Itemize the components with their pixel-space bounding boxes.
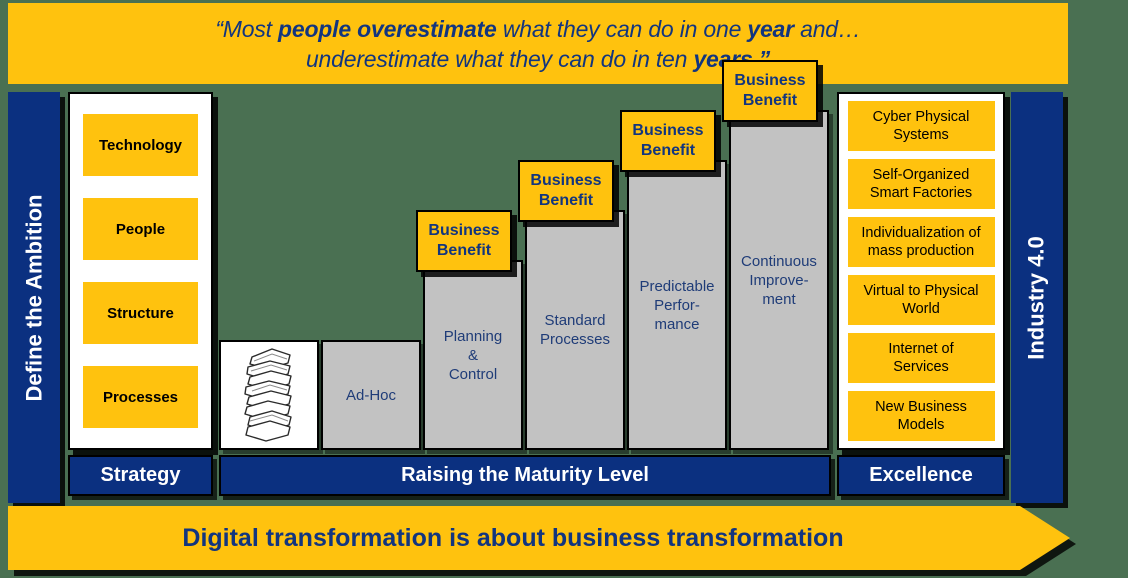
maturity-step-bar: Continuous Improve-ment [729,110,829,450]
maturity-staircase: Ad-Hoc Planning & Control Business Benefit Sta… [219,60,831,450]
excellence-footer-band: Excellence [837,455,1005,496]
maturity-step-label: Ad-Hoc [345,386,397,404]
excellence-chip-label: New Business Models [875,399,967,433]
maturity-step-continuous-improvement[interactable]: Continuous Improve-ment Business Benefit [722,60,829,450]
excellence-chip-label: Cyber Physical Systems [872,109,970,143]
maturity-step-bar: Planning & Control [423,260,523,450]
quote-line1-pre: “Most [215,15,279,42]
maturity-step-predictable-performance[interactable]: Predictable Perfor-mance Business Benefit [620,92,727,450]
maturity-step-standard-processes[interactable]: Standard Processes Business Benefit [518,92,625,450]
maturity-step-label: Continuous Improve-ment [741,252,817,308]
excellence-chip-label: Self-Organized Smart Factories [869,167,973,201]
business-benefit-badge[interactable]: Business Benefit [620,110,716,172]
define-the-ambition-bar: Define the Ambition [8,92,60,503]
excellence-chip-4[interactable]: Virtual to Physical World [847,275,995,325]
excellence-chip-6[interactable]: New Business Models [847,391,995,441]
business-benefit-badge[interactable]: Business Benefit [518,160,614,222]
strategy-chip-label: People [115,220,166,238]
strategy-chip-processes[interactable]: Processes [83,366,198,428]
diagram-canvas: “Most people overestimate what they can … [0,0,1128,578]
bottom-banner-label: Digital transformation is about business… [182,523,844,552]
excellence-chip-2[interactable]: Self-Organized Smart Factories [847,159,995,209]
quote-line1-mid: what they can do in one [496,15,748,42]
quote-line1-bold2: year [747,15,794,42]
strategy-chip-structure[interactable]: Structure [83,282,198,344]
maturity-step-bar: Standard Processes [525,210,625,450]
maturity-step-planning-control[interactable]: Planning & Control Business Benefit [416,92,523,450]
strategy-chip-technology[interactable]: Technology [83,114,198,176]
excellence-chip-5[interactable]: Internet of Services [847,333,995,383]
business-benefit-badge[interactable]: Business Benefit [722,60,818,122]
excellence-chip-1[interactable]: Cyber Physical Systems [847,101,995,151]
maturity-footer-label: Raising the Maturity Level [401,464,649,486]
paper-stack-icon [238,343,300,448]
strategy-chip-people[interactable]: People [83,198,198,260]
maturity-step-label: Planning & Control [443,327,503,383]
excellence-chip-3[interactable]: Individualization of mass production [847,217,995,267]
strategy-chip-label: Processes [102,388,179,406]
strategy-panel: Technology People Structure Processes [68,92,213,450]
maturity-step-bar [219,340,319,450]
strategy-footer-label: Strategy [100,464,181,486]
excellence-chip-label: Virtual to Physical World [863,283,979,317]
maturity-step-papers[interactable] [219,92,319,450]
quote-line1-post: and… [793,15,861,42]
quote-line-1: “Most people overestimate what they can … [215,14,861,44]
excellence-footer-label: Excellence [869,464,973,486]
maturity-step-label: Predictable Perfor-mance [639,277,715,333]
business-benefit-badge[interactable]: Business Benefit [416,210,512,272]
maturity-step-ad-hoc[interactable]: Ad-Hoc [321,92,421,450]
quote-banner: “Most people overestimate what they can … [8,3,1068,84]
strategy-chip-label: Technology [98,136,183,154]
quote-line1-bold1: people overestimate [278,15,497,42]
excellence-chip-label: Individualization of mass production [861,225,981,259]
bottom-arrow-banner: Digital transformation is about business… [8,506,1070,570]
industry-40-label: Industry 4.0 [1024,235,1050,360]
quote-line2-pre: underestimate what they can do in ten [305,45,694,72]
strategy-footer-band: Strategy [68,455,213,496]
maturity-footer-band: Raising the Maturity Level [219,455,831,496]
excellence-panel: Cyber Physical Systems Self-Organized Smart… [837,92,1005,450]
excellence-chip-label: Internet of Services [888,341,954,375]
maturity-step-bar: Ad-Hoc [321,340,421,450]
quote-line-2: underestimate what they can do in ten ye… [306,44,770,74]
define-the-ambition-label: Define the Ambition [21,194,46,401]
maturity-step-label: Standard Processes [539,312,611,348]
strategy-chip-label: Structure [107,304,174,322]
industry-40-bar: Industry 4.0 [1011,92,1063,503]
maturity-step-bar: Predictable Perfor-mance [627,160,727,450]
